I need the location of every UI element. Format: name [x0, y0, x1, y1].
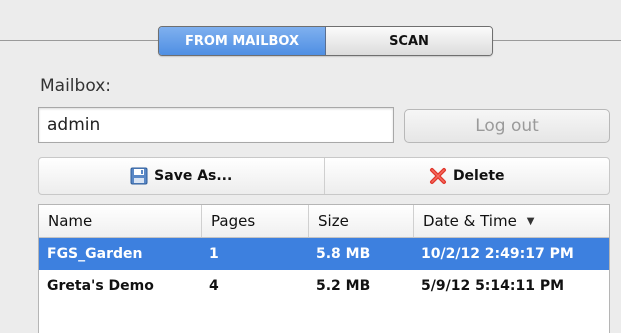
cell-datetime: 5/9/12 5:14:11 PM [421, 278, 565, 294]
column-header-datetime-label: Date & Time [423, 212, 517, 230]
cell-size: 5.2 MB [316, 278, 371, 294]
cell-name: FGS_Garden [47, 246, 143, 262]
save-as-button[interactable]: Save As... [39, 158, 324, 194]
table-row[interactable]: FGS_Garden 1 5.8 MB 10/2/12 2:49:17 PM [39, 238, 609, 270]
red-x-icon [429, 167, 447, 185]
logout-button[interactable]: Log out [404, 109, 610, 143]
cell-datetime: 10/2/12 2:49:17 PM [421, 246, 574, 262]
mailbox-label: Mailbox: [40, 76, 111, 96]
mailbox-input[interactable] [38, 107, 394, 143]
floppy-disk-icon [130, 167, 148, 185]
documents-table: Name Pages Size Date & Time ▼ FGS_Garden… [38, 204, 610, 333]
divider-left [0, 40, 158, 41]
sort-descending-icon: ▼ [526, 215, 535, 227]
column-header-size[interactable]: Size [308, 205, 413, 237]
cell-name: Greta's Demo [47, 278, 154, 294]
tab-scan[interactable]: SCAN [326, 27, 492, 55]
divider-right [493, 40, 621, 41]
cell-pages: 4 [209, 278, 219, 294]
column-header-datetime[interactable]: Date & Time ▼ [413, 205, 609, 237]
delete-label: Delete [452, 168, 505, 184]
column-header-pages[interactable]: Pages [201, 205, 308, 237]
mode-segmented-control: FROM MAILBOX SCAN [158, 26, 493, 56]
tab-from-mailbox[interactable]: FROM MAILBOX [159, 27, 326, 55]
delete-button[interactable]: Delete [323, 158, 610, 194]
table-header: Name Pages Size Date & Time ▼ [39, 205, 609, 238]
cell-pages: 1 [209, 246, 219, 262]
cell-size: 5.8 MB [316, 246, 371, 262]
table-row[interactable]: Greta's Demo 4 5.2 MB 5/9/12 5:14:11 PM [39, 270, 609, 302]
action-toolbar: Save As... Delete [38, 157, 610, 195]
save-as-label: Save As... [154, 168, 233, 184]
column-header-name[interactable]: Name [39, 205, 201, 237]
